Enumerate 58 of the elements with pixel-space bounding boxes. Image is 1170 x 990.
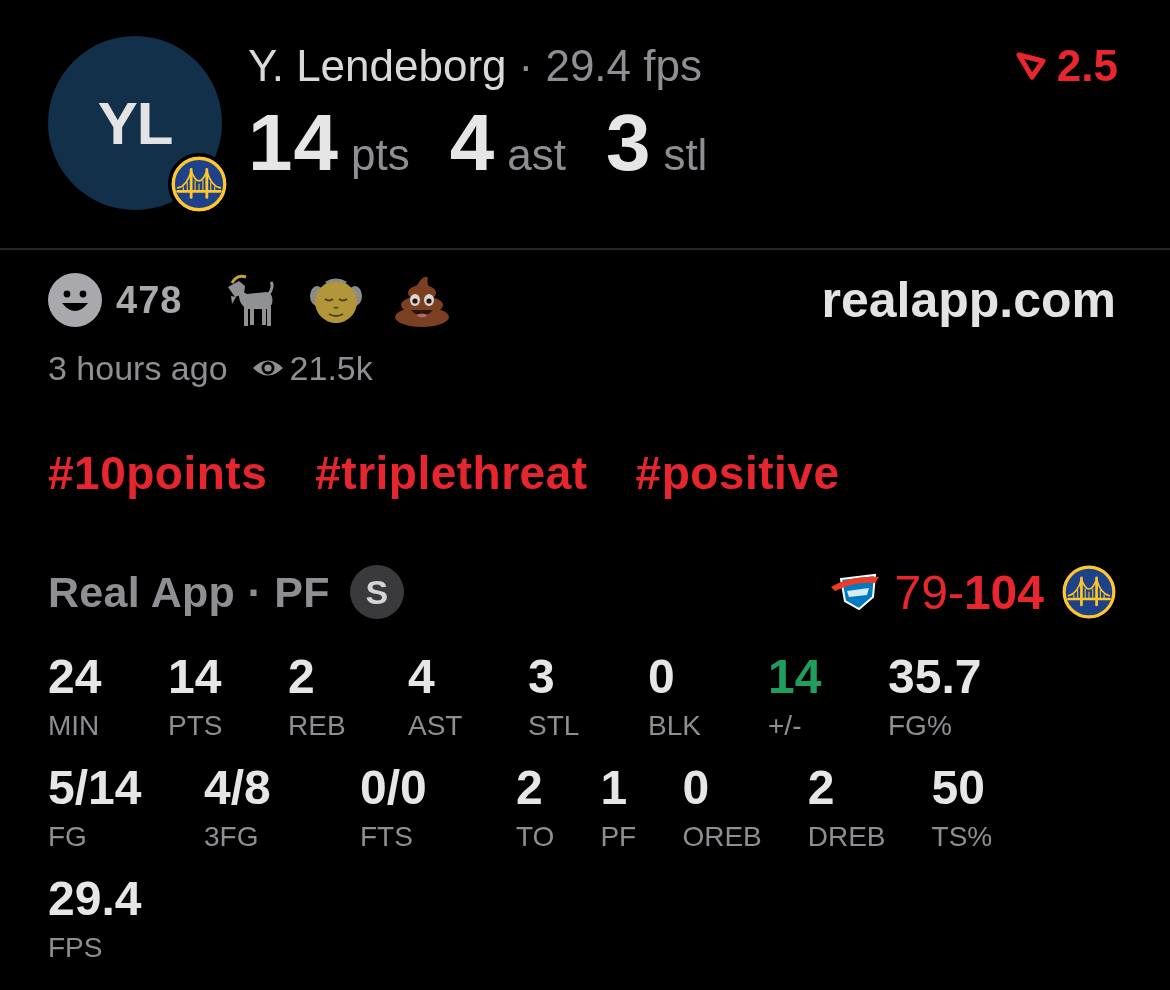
stat-value: 29.4	[48, 874, 142, 924]
stat-label: PTS	[168, 710, 223, 742]
hashtag[interactable]: #10points	[48, 446, 268, 500]
stat-value: 2	[516, 763, 543, 813]
stat-label: DREB	[807, 821, 886, 853]
site-url: realapp.com	[821, 272, 1116, 328]
source-label: Real App · PF	[48, 567, 330, 617]
stat-value: 5/14	[48, 763, 142, 813]
team-logo-icon	[1062, 565, 1116, 619]
starter-badge: S	[349, 565, 404, 619]
stat-label: PF	[600, 821, 637, 853]
stat-value: 24	[48, 652, 102, 702]
stat-value: 14	[768, 652, 822, 702]
post-time: 3 hours ago	[48, 348, 228, 388]
stat-label: OREB	[682, 821, 762, 853]
hashtag[interactable]: #triplethreat	[315, 446, 588, 500]
stat-label: TS%	[931, 821, 993, 853]
headline-stat-value: 4	[449, 103, 496, 183]
stat-value: 14	[168, 652, 222, 702]
stat-label: FTS	[360, 821, 413, 853]
hashtag[interactable]: #positive	[635, 446, 840, 500]
stat-value: 1	[600, 763, 628, 813]
headline-stat-value: 14	[248, 103, 339, 183]
stat-value: 35.7	[888, 652, 982, 702]
stat-value: 0/0	[360, 763, 427, 813]
stat-label: FG	[48, 821, 87, 853]
stat-value: 0	[648, 652, 675, 702]
stat-label: FPS	[48, 932, 103, 964]
headline-stat-unit: pts	[351, 131, 410, 179]
reaction-count: 478	[116, 278, 183, 322]
stat-value: 4	[408, 652, 435, 702]
player-fps: · 29.4 fps	[518, 41, 702, 90]
headline-stat-unit: stl	[663, 131, 708, 179]
stat-label: MIN	[48, 710, 100, 742]
stat-value: 3	[528, 652, 555, 702]
view-count: 21.5k	[289, 348, 373, 388]
stat-label: AST	[408, 710, 463, 742]
headline-stat-unit: ast	[507, 131, 566, 179]
stat-value: 0	[682, 763, 710, 813]
stat-label: REB	[288, 710, 346, 742]
rating-change: 2.5	[1056, 42, 1118, 90]
stat-label: TO	[516, 821, 555, 853]
avatar: YL	[48, 36, 222, 210]
game-score: 79-104	[894, 564, 1044, 620]
stat-label: +/-	[768, 710, 802, 742]
stat-value: 2	[288, 652, 315, 702]
stat-label: BLK	[648, 710, 701, 742]
stat-label: STL	[528, 710, 580, 742]
player-name: Y. Lendeborg	[248, 41, 507, 90]
smiley-icon[interactable]	[48, 273, 102, 327]
stat-value: 50	[931, 763, 985, 813]
eye-icon	[251, 358, 284, 378]
stat-label: 3FG	[204, 821, 259, 853]
stat-label: FG%	[888, 710, 952, 742]
stat-value: 2	[807, 763, 835, 813]
stat-value: 4/8	[204, 763, 271, 813]
triangle-icon	[1014, 50, 1047, 82]
headline-stat-value: 3	[605, 103, 652, 183]
